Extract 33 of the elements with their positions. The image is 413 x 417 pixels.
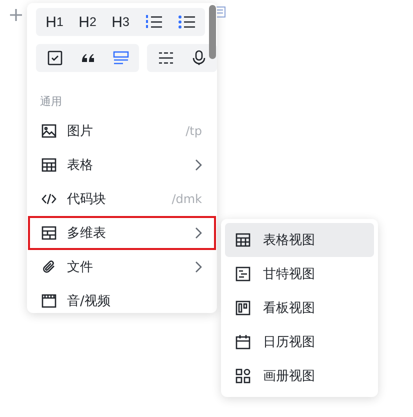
- table-icon: [41, 157, 57, 173]
- code-icon: [41, 191, 57, 207]
- submenu-item[interactable]: 画册视图: [225, 359, 374, 393]
- image-icon: [41, 123, 57, 139]
- add-icon[interactable]: [9, 8, 23, 22]
- submenu-item[interactable]: 表格视图: [225, 223, 374, 257]
- menu-item[interactable]: 代码块 /dmk: [28, 182, 216, 216]
- callout-icon: [112, 50, 128, 66]
- gallery-icon: [235, 368, 251, 384]
- divider-icon: [158, 50, 174, 66]
- shortcut-hint: /dmk: [172, 192, 202, 206]
- bullet-list-icon: [178, 14, 196, 30]
- gantt-icon: [235, 266, 251, 282]
- shortcut-hint: /tp: [186, 124, 202, 138]
- submenu-item[interactable]: 日历视图: [225, 325, 374, 359]
- submenu-item[interactable]: 看板视图: [225, 291, 374, 325]
- calendar-icon: [235, 334, 251, 350]
- microphone-icon: [190, 50, 206, 66]
- checkbox-icon: [46, 50, 62, 66]
- multi-table-icon: [41, 225, 57, 241]
- table-icon: [235, 232, 251, 248]
- menu-item[interactable]: 文件: [28, 250, 216, 284]
- scrollbar[interactable]: [209, 5, 216, 59]
- menu-item[interactable]: 图片 /tp: [28, 114, 216, 148]
- video-icon: [41, 293, 57, 309]
- menu-item[interactable]: 音/视频: [28, 284, 216, 313]
- menu-item[interactable]: 表格: [28, 148, 216, 182]
- menu-item[interactable]: 多维表: [28, 216, 216, 250]
- paperclip-icon: [41, 259, 57, 275]
- ordered-list-icon: [144, 14, 162, 30]
- submenu-item[interactable]: 甘特视图: [225, 257, 374, 291]
- kanban-icon: [235, 300, 251, 316]
- section-label: 通用: [40, 94, 63, 109]
